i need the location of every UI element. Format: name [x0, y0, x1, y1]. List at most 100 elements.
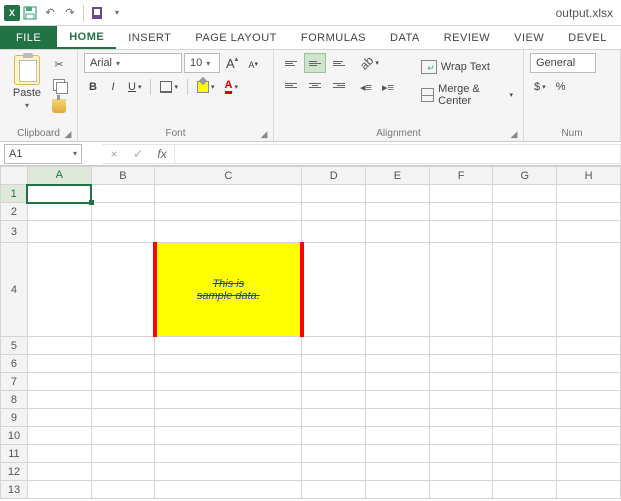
paste-button[interactable]: Paste ▾: [6, 53, 48, 110]
cell[interactable]: [429, 409, 493, 427]
cell[interactable]: [493, 243, 557, 337]
column-header[interactable]: B: [91, 167, 155, 185]
row-header[interactable]: 2: [1, 203, 28, 221]
cell[interactable]: [91, 221, 155, 243]
borders-button[interactable]: ▾: [156, 77, 182, 97]
dialog-launcher-icon[interactable]: ◢: [63, 129, 73, 139]
column-header[interactable]: E: [366, 167, 430, 185]
cell[interactable]: [493, 221, 557, 243]
qat-quickprint-icon[interactable]: [87, 3, 107, 23]
cell[interactable]: [155, 355, 302, 373]
cell[interactable]: [557, 185, 621, 203]
cell[interactable]: [27, 243, 91, 337]
cell[interactable]: [27, 409, 91, 427]
cell[interactable]: [302, 463, 366, 481]
qat-redo-icon[interactable]: ↷: [60, 3, 80, 23]
cell[interactable]: [91, 373, 155, 391]
confirm-formula-button[interactable]: ✓: [126, 145, 150, 163]
cell[interactable]: [429, 427, 493, 445]
cell[interactable]: [27, 445, 91, 463]
accounting-format-button[interactable]: $▾: [530, 77, 550, 97]
cell[interactable]: [27, 463, 91, 481]
cell[interactable]: [155, 481, 302, 499]
cell[interactable]: [366, 427, 430, 445]
cell[interactable]: [155, 203, 302, 221]
cell[interactable]: [302, 185, 366, 203]
cell[interactable]: [493, 337, 557, 355]
cell[interactable]: [366, 203, 430, 221]
cell[interactable]: [366, 185, 430, 203]
cell[interactable]: [557, 373, 621, 391]
cell[interactable]: [493, 373, 557, 391]
formula-input[interactable]: [175, 144, 621, 164]
cell[interactable]: [366, 337, 430, 355]
align-top-button[interactable]: [280, 53, 302, 73]
align-right-button[interactable]: [328, 75, 350, 95]
column-header[interactable]: D: [302, 167, 366, 185]
cell[interactable]: This is sample data.: [155, 243, 302, 337]
column-header[interactable]: F: [429, 167, 493, 185]
cell[interactable]: [366, 355, 430, 373]
row-header[interactable]: 6: [1, 355, 28, 373]
tab-review[interactable]: REVIEW: [432, 26, 502, 49]
tab-insert[interactable]: INSERT: [116, 26, 183, 49]
tab-view[interactable]: VIEW: [502, 26, 556, 49]
cell[interactable]: [429, 463, 493, 481]
cell[interactable]: [366, 445, 430, 463]
fill-color-button[interactable]: ▾: [193, 77, 219, 97]
cell[interactable]: [557, 221, 621, 243]
tab-home[interactable]: HOME: [57, 26, 116, 49]
cell[interactable]: [557, 463, 621, 481]
cell[interactable]: [302, 409, 366, 427]
row-header[interactable]: 13: [1, 481, 28, 499]
row-header[interactable]: 9: [1, 409, 28, 427]
row-header[interactable]: 12: [1, 463, 28, 481]
cell[interactable]: [493, 481, 557, 499]
cell[interactable]: [366, 481, 430, 499]
cell[interactable]: [429, 203, 493, 221]
cell[interactable]: [155, 409, 302, 427]
cell[interactable]: [557, 243, 621, 337]
column-header[interactable]: C: [155, 167, 302, 185]
cell[interactable]: [557, 409, 621, 427]
cell[interactable]: [366, 391, 430, 409]
cell[interactable]: [27, 427, 91, 445]
cell[interactable]: [155, 221, 302, 243]
cell[interactable]: [429, 337, 493, 355]
cell[interactable]: [429, 481, 493, 499]
tab-file[interactable]: FILE: [0, 26, 57, 49]
cell[interactable]: [302, 221, 366, 243]
cell[interactable]: [155, 373, 302, 391]
cell[interactable]: [557, 427, 621, 445]
cell[interactable]: [557, 481, 621, 499]
align-middle-button[interactable]: [304, 53, 326, 73]
dialog-launcher-icon[interactable]: ◢: [259, 129, 269, 139]
font-color-button[interactable]: A▾: [221, 77, 242, 97]
select-all-corner[interactable]: [1, 167, 28, 185]
cell[interactable]: [493, 463, 557, 481]
align-center-button[interactable]: [304, 75, 326, 95]
cell[interactable]: [155, 463, 302, 481]
cell[interactable]: [557, 391, 621, 409]
cell[interactable]: [27, 355, 91, 373]
cell[interactable]: [557, 355, 621, 373]
cell[interactable]: [493, 355, 557, 373]
cell[interactable]: [27, 337, 91, 355]
row-header[interactable]: 5: [1, 337, 28, 355]
cell[interactable]: [493, 185, 557, 203]
cell[interactable]: [91, 203, 155, 221]
number-format-combo[interactable]: General: [530, 53, 596, 73]
cell[interactable]: [27, 481, 91, 499]
qat-save-icon[interactable]: [20, 3, 40, 23]
grow-font-button[interactable]: A▴: [222, 53, 242, 73]
row-header[interactable]: 11: [1, 445, 28, 463]
cell[interactable]: [493, 427, 557, 445]
cell[interactable]: [91, 243, 155, 337]
cell[interactable]: [302, 203, 366, 221]
cell[interactable]: [493, 391, 557, 409]
font-size-combo[interactable]: 10▾: [184, 53, 220, 73]
cell[interactable]: [429, 445, 493, 463]
cell[interactable]: [91, 409, 155, 427]
row-header[interactable]: 10: [1, 427, 28, 445]
orientation-button[interactable]: ab▾: [356, 53, 383, 73]
